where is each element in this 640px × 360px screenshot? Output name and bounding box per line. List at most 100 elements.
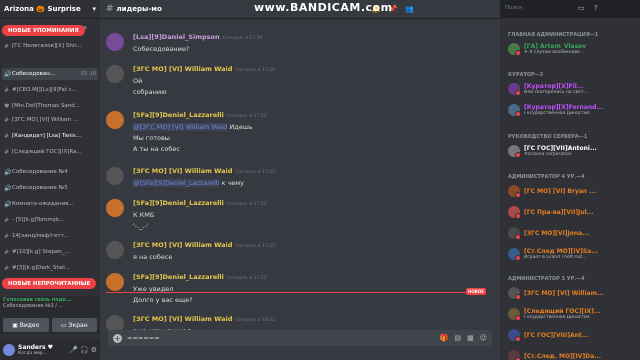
new-mentions-badge[interactable]: НОВЫЕ УПОМИНАНИЯ bbox=[2, 25, 85, 36]
video-button[interactable]: ▣ Видео bbox=[3, 318, 49, 332]
server-header[interactable]: Arizona 🎃 Surprise ▾ bbox=[0, 0, 100, 18]
channel-item[interactable]: ♥ [Min.Def]Thomas Sand... bbox=[2, 100, 98, 112]
search-input[interactable]: Поиск bbox=[502, 4, 566, 15]
channel-item[interactable]: # #[СЕО.МЈ][Ls][9]Fat c... bbox=[2, 84, 98, 96]
message-author[interactable]: [ЗГС МО] [VI] William Waid bbox=[133, 241, 232, 249]
inbox-icon[interactable]: ▭ bbox=[578, 4, 585, 12]
message-body: [ЗГС МО] [VI] William Waid Сегодня, в 17:… bbox=[133, 166, 494, 189]
channel-item[interactable]: # [ЗГС МО] [VI] William ... bbox=[2, 114, 98, 126]
avatar[interactable] bbox=[508, 227, 521, 240]
channel-sidebar: Arizona 🎃 Surprise ▾ НОВЫЕ УПОМИНАНИЯ #[… bbox=[0, 0, 100, 360]
avatar[interactable] bbox=[508, 43, 521, 56]
member-category: АДМИНИСТРАТОР 4 УР.—4 bbox=[508, 174, 585, 180]
avatar[interactable] bbox=[106, 199, 124, 217]
channel-item[interactable]: 🔊 Собеседован... 05 10 bbox=[2, 68, 98, 80]
avatar[interactable] bbox=[106, 111, 124, 129]
channel-item[interactable]: 🔊 Собеседование №5 bbox=[2, 182, 98, 194]
member-item[interactable]: [ГС ГОС][VII]Antoni... #arizona corporati… bbox=[508, 143, 638, 159]
message-header: [ЗГС МО] [VI] William Waid Сегодня, в 17:… bbox=[133, 240, 494, 252]
gif-icon[interactable]: ▤ bbox=[454, 334, 461, 342]
new-unread-badge[interactable]: НОВЫЕ НЕПРОЧИТАННЫЕ bbox=[2, 278, 97, 289]
avatar[interactable] bbox=[3, 344, 15, 356]
member-item[interactable]: [ГС МО] [VI] Bryan ... bbox=[508, 183, 638, 199]
member-item[interactable]: [ЗГС МО][VI]Jona... bbox=[508, 225, 638, 241]
member-item[interactable]: [ГА] Artem_Vlasov ✦ Я случаю возникнове..… bbox=[508, 41, 638, 57]
member-item[interactable]: [ГС ГОС][VIII]Ant... bbox=[508, 327, 638, 343]
help-icon[interactable]: ? bbox=[594, 4, 598, 12]
message-time: Сегодня, в 17:39 bbox=[222, 36, 263, 41]
message-author[interactable]: [SFa][9]Deniel_Lazzarelli bbox=[133, 111, 224, 119]
message-input[interactable]: + ====== 🎁 ▤ ▦ ☺ bbox=[108, 330, 492, 346]
hash-icon: # bbox=[106, 4, 114, 14]
channel-item[interactable]: 🔊 Собеседование №4 bbox=[2, 166, 98, 178]
member-item[interactable]: [Ст.След МО][IV]Sa... Играет в Grand Thef… bbox=[508, 246, 638, 262]
avatar[interactable] bbox=[106, 167, 124, 185]
message: [Lsa][9]Daniel_Simpson Сегодня, в 17:39 Со… bbox=[106, 32, 494, 55]
gift-icon[interactable]: 🎁 bbox=[440, 334, 449, 342]
channel-icon: # bbox=[4, 116, 10, 124]
avatar[interactable] bbox=[508, 206, 521, 219]
avatar[interactable] bbox=[508, 329, 521, 342]
avatar[interactable] bbox=[508, 104, 521, 117]
user-mention[interactable]: @[SFa][9]Deniel_Lazzarelli bbox=[133, 179, 220, 187]
message-author[interactable]: [ЗГС МО] [VI] William Waid bbox=[133, 65, 232, 73]
sticker-icon[interactable]: ▦ bbox=[467, 334, 474, 342]
member-item[interactable]: [ГС Пра-ва][VII]Jul... bbox=[508, 204, 638, 220]
member-text: [ЗГС МО][VI]Jona... bbox=[524, 230, 638, 237]
channel-icon: # bbox=[4, 42, 10, 50]
avatar[interactable] bbox=[106, 65, 124, 83]
user-mention[interactable]: @[ЗГС МО] [VI] William Waid bbox=[133, 123, 228, 131]
message-author[interactable]: [ЗГС МО] [VI] William Waid bbox=[133, 315, 232, 323]
member-activity: #arizona corporation bbox=[524, 152, 572, 157]
channel-item[interactable]: # #[3][k.g]Dark_Shel... bbox=[2, 262, 98, 274]
channel-item[interactable]: # [Следящий ГОС][IX]Ra... bbox=[2, 146, 98, 158]
members-icon[interactable]: 👥 bbox=[405, 5, 414, 13]
gear-icon[interactable]: ⚙ bbox=[91, 346, 97, 354]
screen-share-button[interactable]: ▭ Экран bbox=[51, 318, 97, 332]
emoji-icon[interactable]: ☺ bbox=[480, 334, 487, 342]
message-author[interactable]: [ЗГС МО] [VI] William Waid bbox=[133, 167, 232, 175]
server-name: Arizona 🎃 Surprise bbox=[4, 5, 81, 13]
avatar[interactable] bbox=[508, 308, 521, 321]
avatar[interactable] bbox=[508, 145, 521, 158]
member-item[interactable]: [ЗГС МО] [VI] William... bbox=[508, 285, 638, 301]
channel-item[interactable]: #14[ханд/маф/гетт... bbox=[2, 230, 98, 242]
member-name: [ГС Пра-ва][VII]Jul... bbox=[524, 208, 594, 216]
avatar[interactable] bbox=[106, 33, 124, 51]
microphone-icon[interactable]: 🎤 bbox=[69, 346, 78, 354]
voice-connection-panel: Голосовая связь подк... Собеседование №3… bbox=[0, 296, 100, 316]
message-header: [SFa][9]Deniel_Lazzarelli Сегодня, в 17:5… bbox=[133, 110, 494, 122]
message-time: Сегодня, в 17:52 bbox=[226, 114, 267, 119]
member-name: [Следящий ГОС][IX]... bbox=[524, 308, 601, 315]
message-body: [SFa][9]Deniel_Lazzarelli Сегодня, в 17:5… bbox=[133, 272, 494, 306]
message-line: Уже увидел bbox=[133, 285, 174, 293]
channel-icon: 🔊 bbox=[4, 70, 12, 78]
message: [ЗГС МО] [VI] William Waid Сегодня, в 17:… bbox=[106, 166, 494, 189]
avatar[interactable] bbox=[106, 273, 124, 291]
member-text: [ГС ГОС][VIII]Ant... bbox=[524, 332, 638, 339]
message-author[interactable]: [SFa][9]Deniel_Lazzarelli bbox=[133, 199, 224, 207]
headphones-icon[interactable]: 🎧 bbox=[80, 346, 89, 354]
channel-item[interactable]: # - [5][k.g]Tommyk... bbox=[2, 214, 98, 226]
channel-icon: ♥ bbox=[4, 102, 10, 110]
chevron-down-icon[interactable]: ▾ bbox=[92, 5, 96, 13]
channel-item[interactable]: # #[10][k.g] Stepan_... bbox=[2, 246, 98, 258]
avatar[interactable] bbox=[508, 287, 521, 300]
avatar[interactable] bbox=[508, 248, 521, 261]
message: [SFa][9]Deniel_Lazzarelli Сегодня, в 17:5… bbox=[106, 272, 494, 306]
avatar[interactable] bbox=[106, 241, 124, 259]
channel-item[interactable]: # [ГС Нелегалов][X] Shir... bbox=[2, 40, 98, 52]
avatar[interactable] bbox=[508, 185, 521, 198]
message-author[interactable]: [SFa][9]Deniel_Lazzarelli bbox=[133, 273, 224, 281]
member-item[interactable]: [Ст.След. МО][IV]Da... bbox=[508, 348, 638, 360]
avatar[interactable] bbox=[508, 350, 521, 360]
channel-item[interactable]: 🔊 Комната-ожидания... bbox=[2, 198, 98, 210]
plus-icon[interactable]: + bbox=[113, 333, 122, 343]
message-author[interactable]: [Lsa][9]Daniel_Simpson bbox=[133, 33, 220, 41]
message-input-value[interactable]: ====== bbox=[127, 334, 160, 342]
member-item[interactable]: [Куратор][X]Fernand... Государственная Ди… bbox=[508, 102, 638, 118]
member-item[interactable]: [Следящий ГОС][IX]... Государственная Дин… bbox=[508, 306, 638, 322]
member-item[interactable]: [Куратор][X]Fil... Или скатерелись на све… bbox=[508, 81, 638, 97]
channel-item[interactable]: # [Кандидат] [Lsa] Tanis... bbox=[2, 130, 98, 142]
avatar[interactable] bbox=[508, 83, 521, 96]
